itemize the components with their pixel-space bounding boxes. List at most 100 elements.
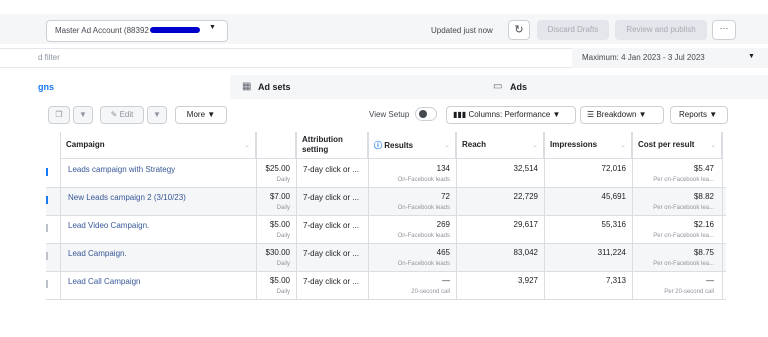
chevron-down-icon: ▼ (209, 24, 216, 31)
campaign-name-link[interactable]: Lead Video Campaign. (68, 221, 149, 230)
more-label: More (186, 110, 206, 119)
impressions-value: 7,313 (605, 276, 626, 285)
reports-dropdown[interactable]: Reports ▼ (670, 106, 728, 124)
campaign-name-link[interactable]: New Leads campaign 2 (3/10/23) (68, 193, 186, 202)
redaction-mark (150, 27, 200, 33)
columns-dropdown[interactable]: ▮▮▮ Columns: Performance ▼ (446, 106, 576, 124)
chevron-down-icon: ▼ (79, 110, 87, 119)
column-header-campaign[interactable]: Campaign ⌄ (60, 132, 256, 159)
cost-per-result-type: Per on-Facebook lea... (653, 205, 714, 211)
view-setup-label: View Setup (369, 110, 410, 119)
results-type: On-Facebook leads (397, 261, 450, 267)
column-header-reach[interactable]: Reach ⌄ (456, 132, 544, 159)
reach-value: 32,514 (513, 164, 538, 173)
column-divider (368, 132, 369, 300)
chevron-down-icon: ⌄ (244, 142, 250, 149)
columns-icon: ▮▮▮ (453, 110, 467, 119)
column-divider (632, 132, 633, 300)
header-label: Results (384, 141, 414, 150)
cost-per-result-value: $2.16 (693, 220, 714, 229)
duplicate-button[interactable]: ❐ (48, 106, 70, 124)
attribution-value: 7-day click or ... (303, 165, 360, 174)
budget-value: $5.00 (269, 276, 290, 285)
info-icon: ⓘ (374, 141, 382, 150)
column-divider (722, 132, 723, 300)
results-value: — (442, 276, 450, 285)
budget-type: Daily (276, 261, 290, 267)
duplicate-icon: ❐ (55, 110, 63, 119)
cost-per-result-value: — (706, 276, 714, 285)
budget-value: $30.00 (265, 248, 290, 257)
cost-per-result-type: Per 20-second call (664, 289, 714, 295)
column-header-results[interactable]: ⓘ Results ⌄ (368, 132, 456, 159)
header-label: Campaign (66, 140, 105, 149)
results-value: 134 (436, 164, 450, 173)
column-divider (256, 132, 257, 300)
chevron-down-icon: ▼ (709, 110, 718, 119)
cost-per-result-value: $8.82 (693, 192, 714, 201)
results-type: On-Facebook leads (397, 233, 450, 239)
tab-campaigns[interactable] (0, 75, 230, 99)
budget-type: Daily (276, 233, 290, 239)
account-selector[interactable]: Master Ad Account (88392 (46, 20, 228, 42)
more-options-button[interactable]: ··· (712, 20, 736, 40)
chevron-down-icon: ▼ (748, 53, 755, 60)
tab-ads-label[interactable]: Ads (510, 82, 527, 92)
header-label: Attribution setting (302, 135, 343, 154)
budget-type: Daily (276, 205, 290, 211)
results-type: On-Facebook leads (397, 177, 450, 183)
column-header-attribution[interactable]: Attribution setting (296, 132, 368, 159)
column-header-cost-per-result[interactable]: Cost per result ⌄ (632, 132, 722, 159)
review-publish-button[interactable]: Review and publish (615, 20, 707, 40)
edit-label: Edit (119, 110, 134, 119)
row-status-indicator (46, 196, 48, 204)
grid-icon: ▦ (242, 81, 252, 92)
tab-campaigns-label[interactable]: gns (38, 82, 54, 92)
column-divider (544, 132, 545, 300)
column-divider (60, 132, 61, 300)
attribution-value: 7-day click or ... (303, 193, 360, 202)
breakdown-dropdown[interactable]: ☰ Breakdown ▼ (580, 106, 664, 124)
refresh-button[interactable]: ↻ (508, 20, 530, 40)
campaign-name-link[interactable]: Lead Campaign. (68, 249, 127, 258)
campaign-name-link[interactable]: Leads campaign with Strategy (68, 165, 175, 174)
chevron-down-icon: ⌄ (532, 142, 538, 149)
chevron-down-icon: ▼ (153, 110, 161, 119)
column-divider (296, 132, 297, 300)
filter-input-placeholder[interactable]: d filter (38, 53, 60, 62)
cost-per-result-value: $5.47 (693, 164, 714, 173)
more-button[interactable]: More ▼ (175, 106, 227, 124)
impressions-value: 55,316 (601, 220, 626, 229)
column-header-budget[interactable] (256, 132, 296, 159)
discard-drafts-button[interactable]: Discard Drafts (537, 20, 609, 40)
row-status-indicator (46, 224, 48, 232)
chevron-down-icon: ▼ (552, 110, 561, 119)
account-name: Master Ad Account (88392 (55, 26, 149, 35)
reach-value: 83,042 (513, 248, 538, 257)
row-status-indicator (46, 252, 48, 260)
results-type: On-Facebook leads (397, 205, 450, 211)
column-header-impressions[interactable]: Impressions ⌄ (544, 132, 632, 159)
row-status-indicator (46, 168, 48, 176)
header-label: Impressions (550, 140, 598, 149)
results-value: 269 (436, 220, 450, 229)
chevron-down-icon: ⌄ (444, 142, 450, 149)
cost-per-result-type: Per on-Facebook lea... (653, 177, 714, 183)
impressions-value: 72,016 (601, 164, 626, 173)
date-range-picker[interactable]: Maximum: 4 Jan 2023 - 3 Jul 2023 (572, 48, 768, 68)
budget-type: Daily (276, 177, 290, 183)
campaign-name-link[interactable]: Lead Call Campaign (68, 277, 141, 286)
edit-dropdown-button[interactable]: ▼ (147, 106, 167, 124)
column-divider (456, 132, 457, 300)
chevron-down-icon: ▼ (207, 110, 216, 119)
attribution-value: 7-day click or ... (303, 249, 360, 258)
impressions-value: 311,224 (597, 248, 626, 257)
header-label: Reach (462, 140, 487, 149)
tab-ad-sets-label[interactable]: Ad sets (258, 82, 291, 92)
budget-value: $5.00 (269, 220, 290, 229)
chevron-down-icon: ▼ (638, 110, 647, 119)
tab-ads[interactable] (486, 75, 768, 99)
budget-value: $7.00 (269, 192, 290, 201)
edit-button[interactable]: ✎ Edit (100, 106, 144, 124)
duplicate-dropdown-button[interactable]: ▼ (73, 106, 93, 124)
